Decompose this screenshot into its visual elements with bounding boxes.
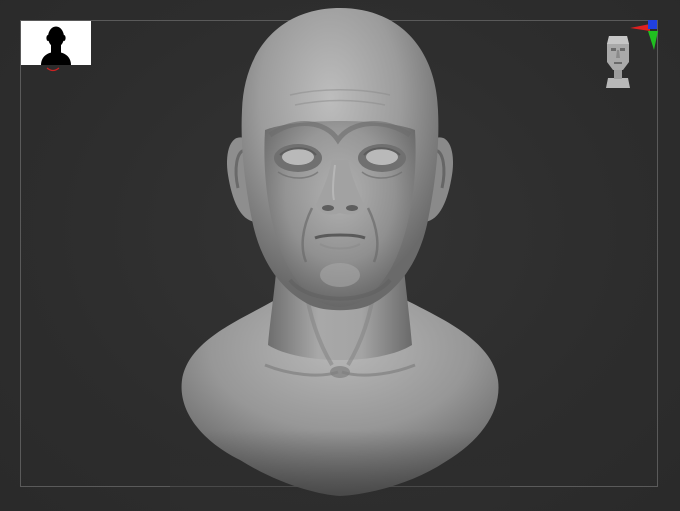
navigator-focus-marker bbox=[46, 67, 60, 72]
x-axis-arrow bbox=[630, 24, 650, 31]
canvas-viewport[interactable] bbox=[0, 0, 680, 511]
z-axis-box bbox=[648, 20, 657, 29]
sculpted-head-bust[interactable] bbox=[170, 0, 510, 511]
navigator-thumbnail[interactable] bbox=[21, 21, 91, 65]
y-axis-arrow bbox=[648, 31, 658, 50]
xyz-axis-gizmo-icon[interactable] bbox=[624, 18, 664, 58]
head-silhouette-icon bbox=[21, 21, 91, 65]
